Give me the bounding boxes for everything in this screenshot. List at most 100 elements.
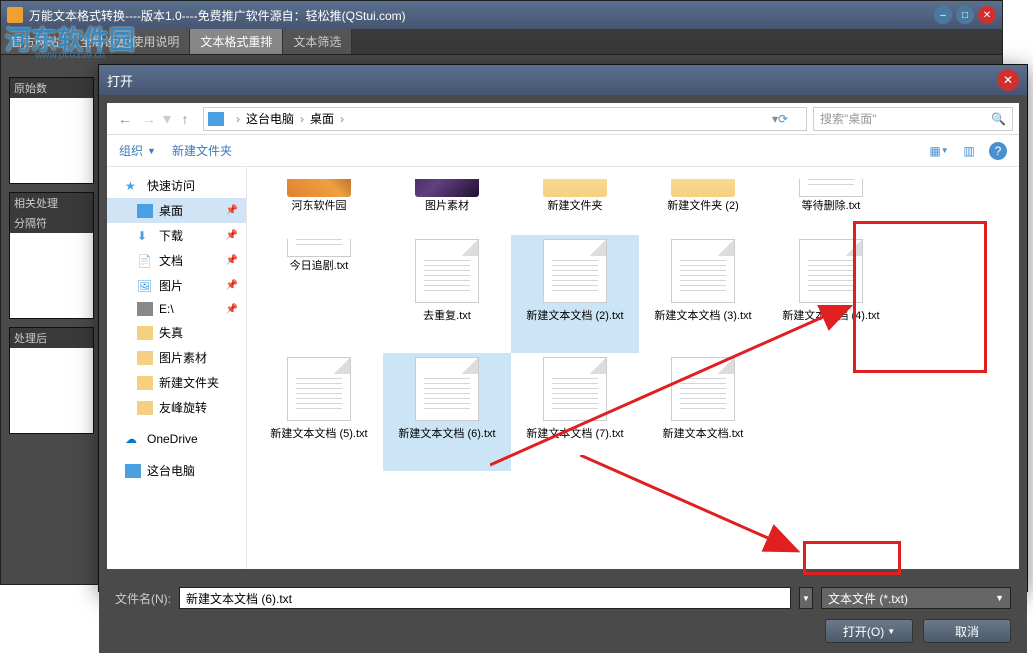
txt-file-icon — [287, 357, 351, 421]
file-label: 新建文本文档 (6).txt — [398, 425, 495, 441]
cancel-button[interactable]: 取消 — [923, 619, 1011, 643]
folder-icon — [137, 326, 153, 340]
search-placeholder: 搜索"桌面" — [820, 110, 877, 127]
breadcrumb[interactable]: › 这台电脑 › 桌面 › ▾ ⟳ — [203, 107, 807, 131]
help-icon[interactable]: ? — [989, 142, 1007, 160]
dialog-title: 打开 — [107, 71, 133, 90]
filetype-dropdown[interactable]: 文本文件 (*.txt)▼ — [821, 587, 1011, 609]
maximize-button[interactable]: □ — [956, 6, 974, 24]
file-item[interactable]: 新建文本文档 (2).txt — [511, 235, 639, 353]
folder-icon — [137, 376, 153, 390]
txt-file-icon — [415, 239, 479, 303]
sidebar-drive-e[interactable]: E:\📌 — [107, 298, 246, 320]
bg-titlebar: 万能文本格式转换----版本1.0----免费推广软件源自：轻松推(QStui.… — [1, 1, 1002, 29]
file-item[interactable]: 等待删除.txt — [767, 175, 895, 235]
panel-result: 处理后 — [9, 327, 94, 434]
file-item[interactable]: 新建文本文档 (5).txt — [255, 353, 383, 471]
sidebar-downloads[interactable]: ⬇下载📌 — [107, 223, 246, 248]
new-folder-button[interactable]: 新建文件夹 — [172, 142, 232, 159]
txt-file-icon — [671, 357, 735, 421]
panel-original: 原始数 — [9, 77, 94, 184]
sidebar-documents[interactable]: 📄文档📌 — [107, 248, 246, 273]
file-item[interactable]: 新建文本文档 (3).txt — [639, 235, 767, 353]
file-label: 图片素材 — [425, 197, 469, 213]
file-item[interactable]: 新建文本文档 (6).txt — [383, 353, 511, 471]
sidebar-desktop[interactable]: 桌面📌 — [107, 198, 246, 223]
file-item[interactable]: 新建文件夹 — [511, 175, 639, 235]
open-file-dialog: 打开 ✕ ← → ▾ ↑ › 这台电脑 › 桌面 › ▾ ⟳ 搜索"桌面" 🔍 — [98, 64, 1028, 592]
file-label: 新建文本文档 (3).txt — [654, 307, 751, 323]
file-label: 等待删除.txt — [802, 197, 861, 213]
minimize-button[interactable]: – — [934, 6, 952, 24]
filename-input[interactable] — [179, 587, 791, 609]
crumb-desktop[interactable]: 桌面 — [310, 110, 334, 127]
onedrive-icon: ☁ — [125, 432, 141, 446]
picture-icon: 🖼 — [137, 279, 153, 293]
refresh-icon[interactable]: ⟳ — [778, 112, 802, 126]
nav-bar: ← → ▾ ↑ › 这台电脑 › 桌面 › ▾ ⟳ 搜索"桌面" 🔍 — [107, 103, 1019, 135]
file-label: 新建文件夹 (2) — [667, 197, 739, 213]
txt-file-icon — [799, 239, 863, 303]
sidebar-quick-access[interactable]: ★快速访问 — [107, 173, 246, 198]
view-details-button[interactable]: ▥ — [959, 143, 979, 159]
desktop-icon — [137, 204, 153, 218]
file-item[interactable]: 新建文本文档 (7).txt — [511, 353, 639, 471]
sidebar-onedrive[interactable]: ☁OneDrive — [107, 428, 246, 450]
file-label: 新建文本文档 (2).txt — [526, 307, 623, 323]
file-label: 新建文本文档 (4).txt — [782, 307, 879, 323]
nav-sidebar: ★快速访问 桌面📌 ⬇下载📌 📄文档📌 🖼图片📌 E:\📌 失真 图片素材 新建… — [107, 167, 247, 569]
folder-icon — [137, 351, 153, 365]
sidebar-thispc[interactable]: 这台电脑 — [107, 458, 246, 483]
txt-file-icon — [671, 239, 735, 303]
file-label: 河东软件园 — [292, 197, 347, 213]
txt-file-icon — [543, 357, 607, 421]
crumb-pc[interactable]: 这台电脑 — [246, 110, 294, 127]
download-icon: ⬇ — [137, 229, 153, 243]
filename-dropdown[interactable]: ▼ — [799, 587, 813, 609]
sidebar-lost[interactable]: 失真 — [107, 320, 246, 345]
drive-icon — [137, 302, 153, 316]
sidebar-picmat[interactable]: 图片素材 — [107, 345, 246, 370]
dialog-close-button[interactable]: ✕ — [997, 69, 1019, 91]
file-label: 新建文本文档.txt — [663, 425, 744, 441]
watermark-url: www.pc0359.cn — [35, 50, 105, 61]
file-item[interactable]: 今日追剧.txt — [255, 235, 383, 295]
star-icon: ★ — [125, 179, 141, 193]
file-item[interactable]: 去重复.txt — [383, 235, 511, 353]
file-label: 新建文本文档 (7).txt — [526, 425, 623, 441]
view-icons-button[interactable]: ▦ ▼ — [929, 143, 949, 159]
search-input[interactable]: 搜索"桌面" 🔍 — [813, 107, 1013, 131]
organize-menu[interactable]: 组织 ▼ — [119, 142, 156, 159]
file-item[interactable]: 河东软件园 — [255, 175, 383, 235]
folder-icon — [137, 401, 153, 415]
file-list: 河东软件园 图片素材 新建文件夹 新建文件夹 (2) 等待删除.txt 今日追剧.txt去… — [247, 167, 1019, 569]
dialog-titlebar: 打开 ✕ — [99, 65, 1027, 95]
tab-reformat[interactable]: 文本格式重排 — [190, 29, 283, 54]
file-item[interactable]: 图片素材 — [383, 175, 511, 235]
dialog-bottom-bar: 文件名(N): ▼ 文本文件 (*.txt)▼ 打开(O) ▼ 取消 — [99, 577, 1027, 653]
monitor-icon — [208, 112, 224, 126]
pin-icon: 📌 — [226, 205, 238, 216]
back-button[interactable]: ← — [113, 107, 137, 131]
close-button[interactable]: ✕ — [978, 6, 996, 24]
filename-label: 文件名(N): — [115, 590, 171, 607]
up-button[interactable]: ↑ — [173, 107, 197, 131]
file-label: 新建文件夹 — [548, 197, 603, 213]
open-button[interactable]: 打开(O) ▼ — [825, 619, 913, 643]
sidebar-youfeng[interactable]: 友峰旋转 — [107, 395, 246, 420]
panel-related: 相关处理 分隔符 — [9, 192, 94, 319]
pc-icon — [125, 464, 141, 478]
tab-filter[interactable]: 文本筛选 — [283, 29, 352, 54]
forward-button[interactable]: → — [137, 107, 161, 131]
document-icon: 📄 — [137, 254, 153, 268]
search-icon: 🔍 — [991, 112, 1006, 126]
file-item[interactable]: 新建文件夹 (2) — [639, 175, 767, 235]
sidebar-newfolder[interactable]: 新建文件夹 — [107, 370, 246, 395]
file-item[interactable]: 新建文本文档.txt — [639, 353, 767, 471]
file-label: 新建文本文档 (5).txt — [270, 425, 367, 441]
txt-file-icon — [543, 239, 607, 303]
file-item[interactable]: 新建文本文档 (4).txt — [767, 235, 895, 353]
sidebar-pictures[interactable]: 🖼图片📌 — [107, 273, 246, 298]
txt-file-icon — [415, 357, 479, 421]
main-tabs: 官方网站 全局设置/使用说明 文本格式重排 文本筛选 — [1, 29, 1002, 55]
